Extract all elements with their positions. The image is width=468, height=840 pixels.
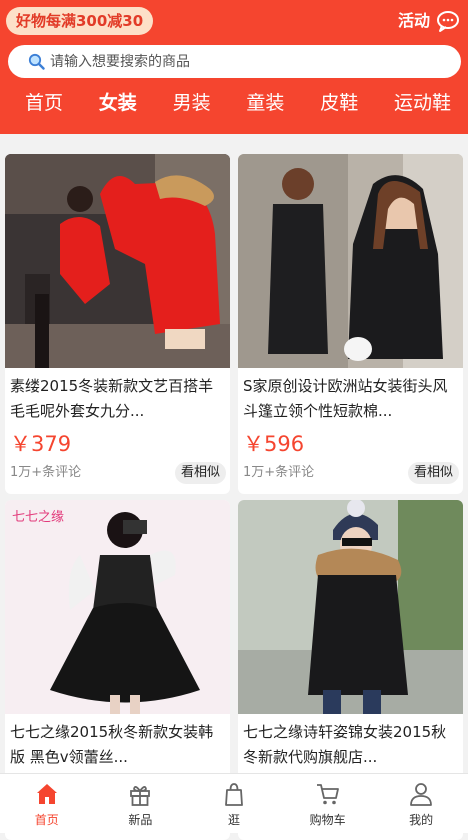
- nav-new[interactable]: 新品: [94, 774, 188, 833]
- promo-badge[interactable]: 好物每满300减30: [6, 7, 154, 35]
- brand-logo: 七七之缘: [12, 510, 64, 525]
- shopping-cart-icon: [316, 784, 339, 805]
- tab-sneakers[interactable]: 运动鞋: [394, 86, 451, 120]
- nav-home-label: 首页: [34, 813, 59, 827]
- nav-new-label: 新品: [128, 813, 153, 827]
- search-input[interactable]: [50, 45, 450, 78]
- home-icon: [36, 784, 57, 804]
- activity-link[interactable]: 活动: [398, 10, 430, 32]
- find-similar-button[interactable]: 看相似: [407, 462, 459, 484]
- product-price: ￥596: [243, 432, 305, 456]
- user-icon: [410, 783, 433, 806]
- nav-browse-label: 逛: [227, 813, 240, 827]
- product-price: ￥379: [10, 432, 72, 456]
- tab-kids[interactable]: 童装: [246, 86, 284, 120]
- review-count: 1万+条评论: [10, 465, 82, 480]
- nav-browse[interactable]: 逛: [187, 774, 281, 833]
- product-title[interactable]: S家原创设计欧洲站女装街头风斗篷立领个性短款棉...: [243, 374, 459, 424]
- search-icon: [28, 53, 45, 70]
- search-bar[interactable]: [8, 45, 461, 78]
- nav-profile-label: 我的: [409, 813, 434, 827]
- review-count: 1万+条评论: [243, 465, 315, 480]
- tab-home[interactable]: 首页: [25, 86, 63, 120]
- product-image[interactable]: [5, 154, 230, 368]
- product-image[interactable]: 七七之缘: [5, 500, 230, 714]
- gift-icon: [130, 786, 151, 806]
- shopping-bag-icon: [225, 783, 243, 806]
- product-card[interactable]: S家原创设计欧洲站女装街头风斗篷立领个性短款棉... ￥596 1万+条评论 看…: [238, 154, 463, 494]
- nav-cart-label: 购物车: [309, 813, 346, 827]
- tab-men[interactable]: 男装: [173, 86, 211, 120]
- bottom-nav: 首页 新品 逛 购物车 我的: [0, 773, 468, 833]
- product-image[interactable]: [238, 154, 463, 368]
- header: 好物每满300减30 活动 首页 女装 男装 童装 皮鞋 运动鞋: [0, 0, 468, 134]
- product-title[interactable]: 七七之缘诗轩姿锦女装2015秋冬新款代购旗舰店...: [243, 720, 459, 770]
- product-title[interactable]: 素缕2015冬装新款文艺百搭羊毛毛呢外套女九分...: [10, 374, 226, 424]
- category-tabs: 首页 女装 男装 童装 皮鞋 运动鞋: [0, 86, 468, 120]
- tab-women[interactable]: 女装: [99, 86, 137, 120]
- product-title[interactable]: 七七之缘2015秋冬新款女装韩版 黑色v领蕾丝...: [10, 720, 226, 770]
- tab-leather-shoes[interactable]: 皮鞋: [320, 86, 358, 120]
- chat-bubble-icon[interactable]: [436, 9, 460, 33]
- product-card[interactable]: 素缕2015冬装新款文艺百搭羊毛毛呢外套女九分... ￥379 1万+条评论 看…: [5, 154, 230, 494]
- nav-cart[interactable]: 购物车: [281, 774, 375, 833]
- nav-profile[interactable]: 我的: [374, 774, 468, 833]
- product-image[interactable]: [238, 500, 463, 714]
- find-similar-button[interactable]: 看相似: [174, 462, 226, 484]
- nav-home[interactable]: 首页: [0, 774, 94, 833]
